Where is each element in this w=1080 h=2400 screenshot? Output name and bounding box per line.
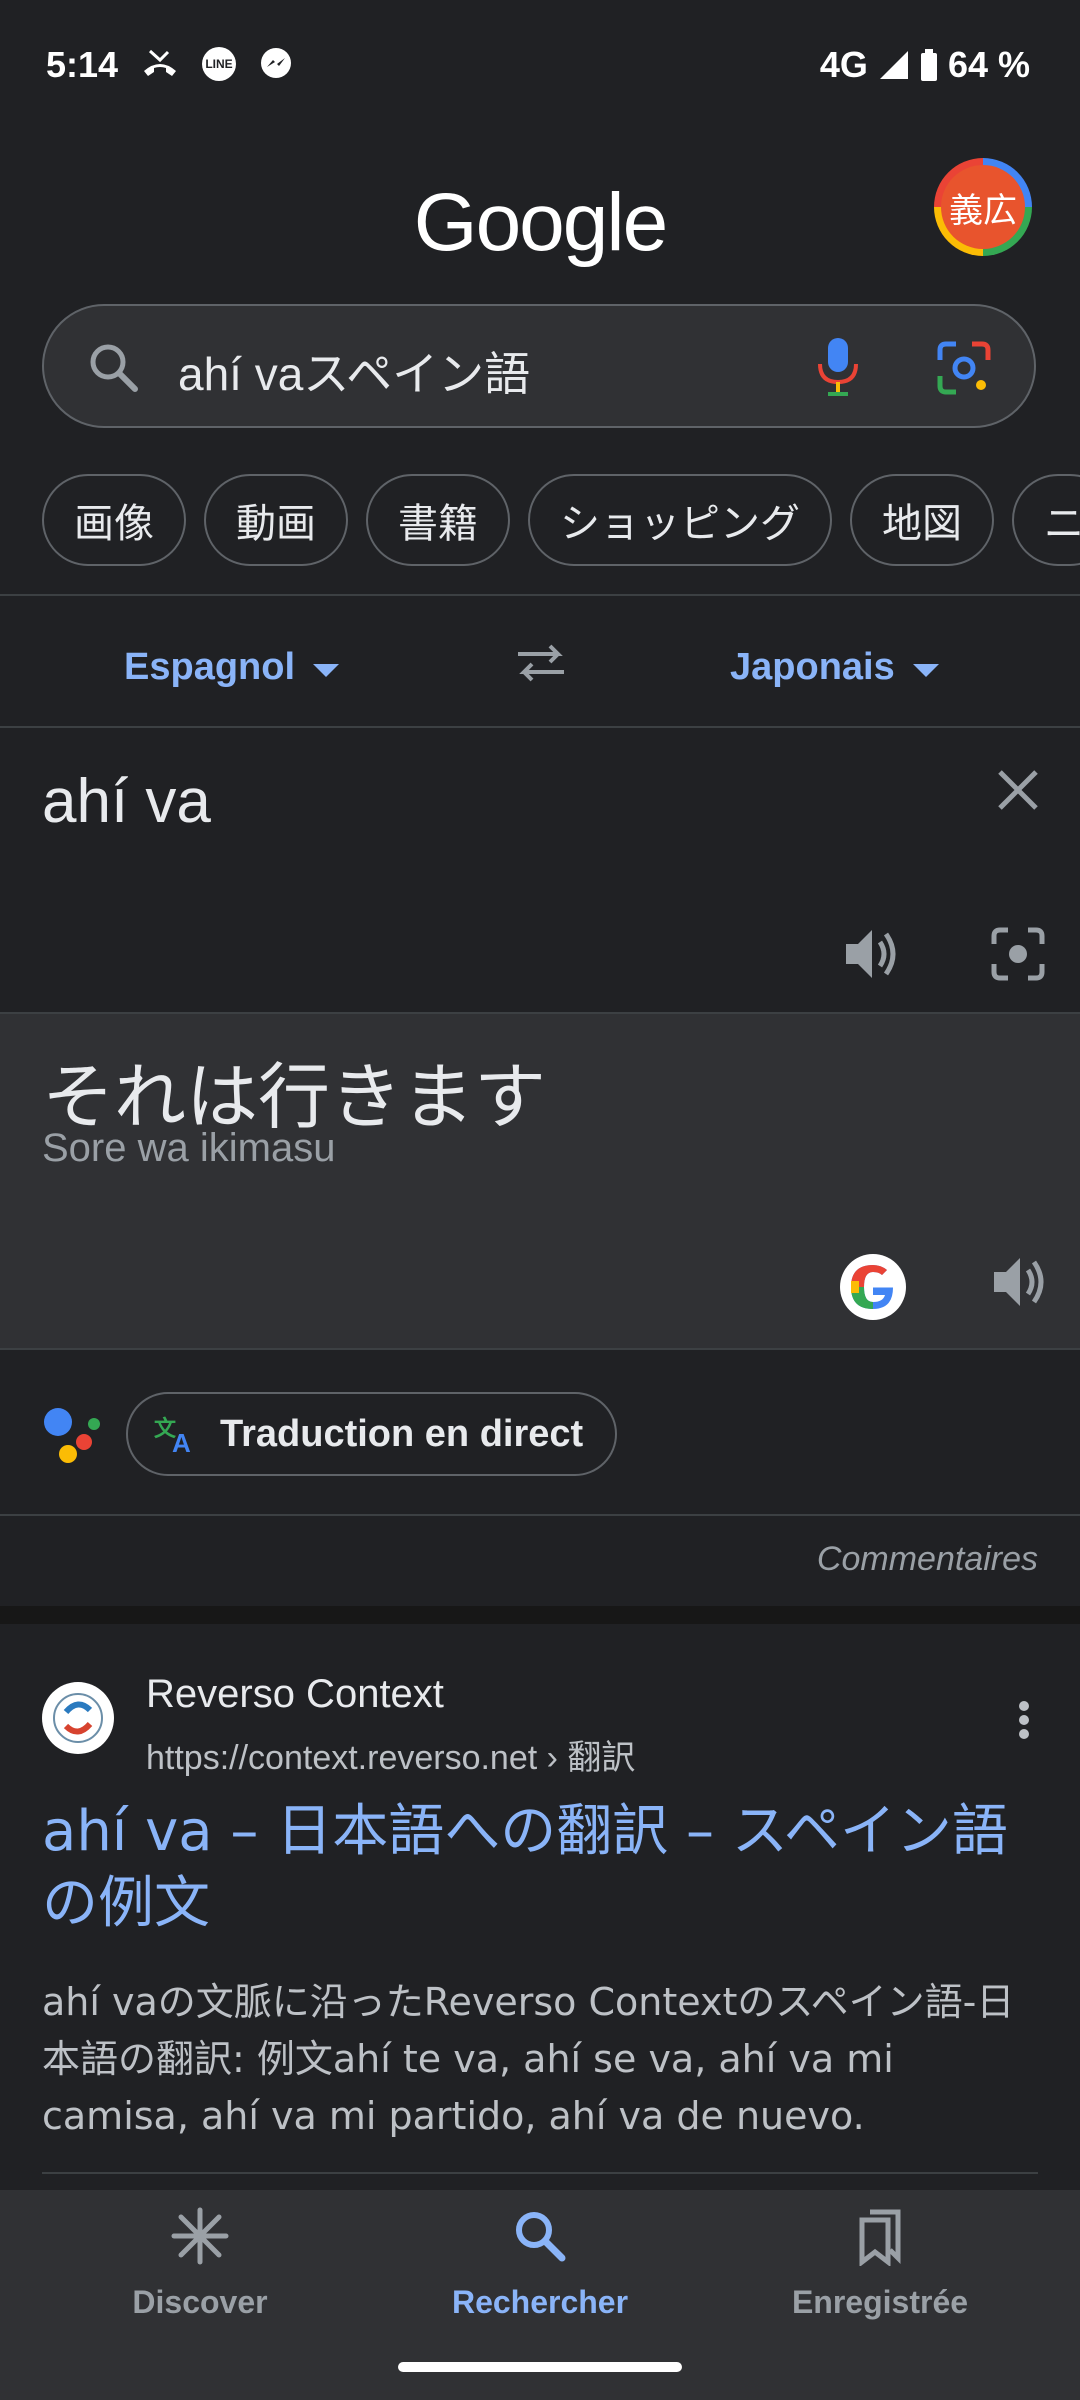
- lens-icon[interactable]: [936, 340, 992, 396]
- nav-saved-label: Enregistrée: [791, 2284, 969, 2320]
- source-language-label: Espagnol: [124, 646, 296, 688]
- messenger-icon: [261, 48, 291, 78]
- result-site-name[interactable]: Reverso Context: [146, 1672, 444, 1717]
- speaker-icon[interactable]: [842, 926, 902, 982]
- section-separator: [0, 1606, 1080, 1624]
- chip-books[interactable]: 書籍: [366, 474, 510, 566]
- chevron-down-icon: [912, 664, 939, 677]
- avatar[interactable]: 義広: [934, 158, 1032, 256]
- status-time: 5:14: [46, 44, 119, 85]
- nav-discover[interactable]: Discover: [70, 2206, 330, 2321]
- divider: [0, 726, 1080, 728]
- chevron-down-icon: [313, 664, 340, 677]
- missed-call-icon: [144, 49, 176, 76]
- source-language-select[interactable]: Espagnol: [124, 646, 340, 689]
- svg-text:A: A: [172, 1428, 191, 1454]
- nav-saved[interactable]: Enregistrée: [750, 2206, 1010, 2321]
- google-g-icon: [851, 1265, 893, 1309]
- home-indicator[interactable]: [398, 2362, 682, 2372]
- reverso-logo-icon: [53, 1693, 103, 1743]
- result-url[interactable]: https://context.reverso.net › 翻訳: [146, 1730, 635, 1779]
- search-icon[interactable]: [86, 340, 142, 396]
- nav-search-label: Rechercher: [451, 2284, 629, 2320]
- divider: [0, 1348, 1080, 1350]
- translate-icon: 文 A: [154, 1416, 191, 1454]
- live-translate-label: Traduction en direct: [220, 1412, 584, 1455]
- mic-icon[interactable]: [816, 336, 860, 396]
- transliteration: Sore wa ikimasu: [42, 1126, 336, 1170]
- chip-maps[interactable]: 地図: [850, 474, 994, 566]
- source-text-input[interactable]: ahí va: [42, 766, 211, 837]
- site-favicon: [42, 1682, 114, 1754]
- asterisk-icon: [171, 2207, 229, 2265]
- result-snippet: ahí vaの文脈に沿ったReverso Contextのスペイン語-日本語の翻…: [42, 1980, 1015, 2138]
- more-options-icon[interactable]: [1018, 1700, 1030, 1740]
- nav-search[interactable]: Rechercher: [410, 2206, 670, 2321]
- nav-discover-label: Discover: [132, 2284, 268, 2320]
- chip-news[interactable]: ニ: [1012, 474, 1080, 566]
- battery-icon: [920, 49, 937, 81]
- speaker-icon[interactable]: [990, 1254, 1050, 1310]
- notification-icons: LINE: [140, 46, 294, 82]
- divider: [0, 1012, 1080, 1014]
- target-language-label: Japonais: [730, 646, 895, 688]
- result-title-link[interactable]: ahí va – 日本語への翻訳 – スペイン語の例文: [42, 1796, 1042, 1940]
- search-input[interactable]: ahí vaスペイン語: [178, 338, 530, 404]
- signal-icon: [879, 51, 908, 79]
- filter-chips: 画像 動画 書籍 ショッピング 地図 ニ: [42, 474, 1080, 566]
- divider: [0, 594, 1080, 596]
- line-app-icon: LINE: [202, 47, 236, 81]
- bookmarks-icon: [859, 2209, 901, 2268]
- swap-languages-icon[interactable]: [514, 638, 568, 688]
- feedback-link[interactable]: Commentaires: [817, 1540, 1038, 1579]
- divider: [0, 1514, 1080, 1516]
- divider: [42, 2172, 1038, 2174]
- chip-images[interactable]: 画像: [42, 474, 186, 566]
- avatar-initials: 義広: [941, 165, 1025, 249]
- chip-shopping[interactable]: ショッピング: [528, 474, 832, 566]
- camera-icon[interactable]: [990, 926, 1046, 982]
- search-icon: [516, 2212, 566, 2262]
- live-translate-button[interactable]: 文 A Traduction en direct: [126, 1392, 618, 1476]
- status-right: 4G 64 %: [820, 44, 1030, 86]
- google-logo: Google: [413, 177, 668, 268]
- battery-level: 64 %: [947, 44, 1030, 85]
- network-type: 4G: [819, 44, 868, 85]
- chip-videos[interactable]: 動画: [204, 474, 348, 566]
- google-translate-icon[interactable]: [840, 1254, 906, 1320]
- google-assistant-icon[interactable]: [42, 1404, 104, 1464]
- close-icon[interactable]: [994, 766, 1042, 814]
- target-language-select[interactable]: Japonais: [730, 646, 939, 689]
